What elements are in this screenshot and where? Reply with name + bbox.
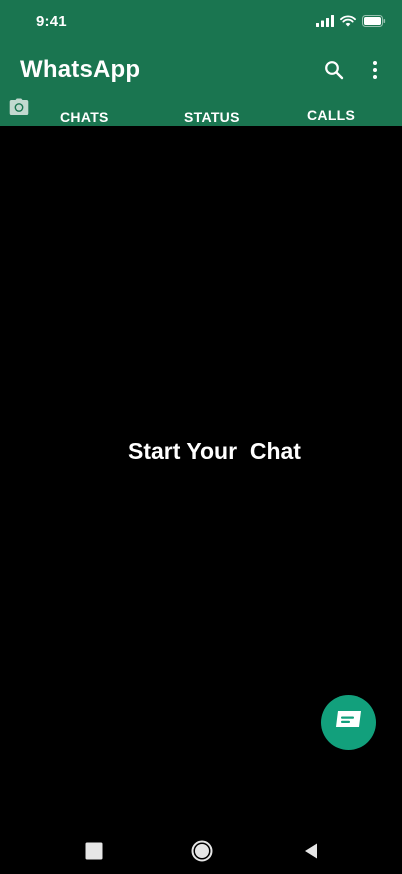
app-title: WhatsApp [20,56,141,83]
empty-state-text: Start Your Chat [128,438,301,464]
new-chat-icon [335,710,363,735]
tab-status[interactable]: STATUS [184,109,240,125]
home-button[interactable] [191,840,213,867]
camera-icon [9,98,29,120]
wifi-icon [340,14,356,32]
circle-icon [191,840,213,867]
tab-calls[interactable]: CALLS [307,107,355,123]
tab-camera[interactable] [9,98,31,120]
status-icons [316,14,386,32]
back-button[interactable] [300,842,322,864]
triangle-back-icon [303,842,319,865]
more-options-button[interactable] [361,58,389,86]
square-icon [85,842,103,865]
search-icon [324,60,344,85]
battery-icon [362,14,386,32]
recents-button[interactable] [83,842,105,864]
status-bar: 9:41 [0,0,402,44]
app-header: 9:41 WhatsApp CHATS STATUS CALLS [0,0,402,126]
more-vertical-icon [372,60,378,85]
new-chat-button[interactable] [321,695,376,750]
status-time: 9:41 [36,13,67,30]
search-button[interactable] [320,58,348,86]
cellular-signal-icon [316,14,334,32]
system-nav-bar [0,830,402,874]
tab-chats[interactable]: CHATS [60,109,109,125]
